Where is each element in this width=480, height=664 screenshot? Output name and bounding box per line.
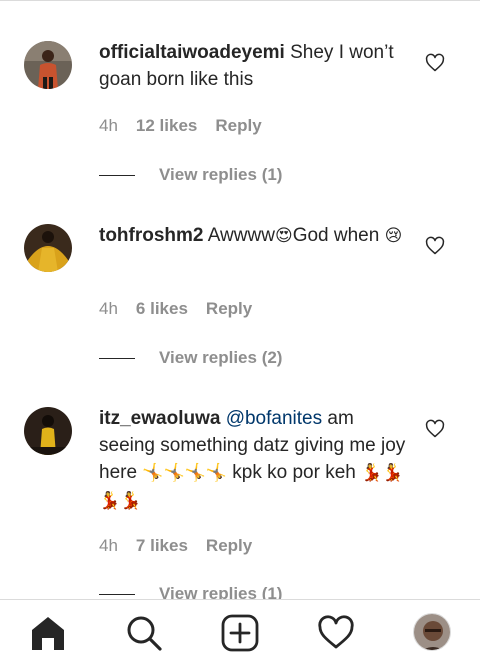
profile-avatar[interactable] xyxy=(413,613,451,651)
like-heart-icon[interactable] xyxy=(425,236,445,256)
avatar[interactable] xyxy=(24,41,72,89)
search-icon[interactable] xyxy=(125,614,163,652)
avatar[interactable] xyxy=(24,407,72,455)
comment-text: God when xyxy=(292,225,385,246)
comment-likes[interactable]: 12 likes xyxy=(136,116,197,136)
home-icon[interactable] xyxy=(29,614,67,652)
view-replies-label: View replies (1) xyxy=(159,165,283,184)
comment-time: 4h xyxy=(99,536,118,555)
like-heart-icon[interactable] xyxy=(425,419,445,439)
view-replies-label: View replies (2) xyxy=(159,348,283,367)
new-post-icon[interactable] xyxy=(221,614,259,652)
avatar[interactable] xyxy=(24,224,72,272)
comment-likes[interactable]: 6 likes xyxy=(136,299,188,319)
comment-body: officialtaiwoadeyemi Shey I won’t goan b… xyxy=(99,39,411,93)
activity-heart-icon[interactable] xyxy=(317,614,355,652)
crying-emoji: 😢 xyxy=(384,226,403,246)
comment-username[interactable]: tohfroshm2 xyxy=(99,225,204,246)
comment-body: tohfroshm2 Awwww😍God when 😢 xyxy=(99,222,411,250)
comment-time: 4h xyxy=(99,299,118,318)
top-divider xyxy=(0,0,480,4)
comment-likes[interactable]: 7 likes xyxy=(136,536,188,556)
reply-button[interactable]: Reply xyxy=(215,116,261,136)
view-replies-button[interactable]: View replies (1) xyxy=(99,165,282,185)
comment-meta: 4h 6 likes Reply xyxy=(99,299,252,319)
comment-username[interactable]: itz_ewaoluwa xyxy=(99,408,220,429)
comment-time: 4h xyxy=(99,116,118,135)
comment-body: itz_ewaoluwa @bofanites am seeing someth… xyxy=(99,405,411,515)
like-heart-icon[interactable] xyxy=(425,53,445,73)
heart-eyes-emoji: 😍 xyxy=(274,226,293,246)
reply-button[interactable]: Reply xyxy=(206,536,252,556)
comment-username[interactable]: officialtaiwoadeyemi xyxy=(99,42,285,63)
reply-button[interactable]: Reply xyxy=(206,299,252,319)
comment-text: kpk ko por keh xyxy=(226,462,362,483)
avatar-image xyxy=(24,224,72,272)
replies-divider-line xyxy=(99,174,135,176)
avatar-image xyxy=(24,407,72,455)
comment-text: Awwww xyxy=(203,225,275,246)
mention-link[interactable]: @bofanites xyxy=(226,408,322,429)
replies-divider-line xyxy=(99,357,135,359)
bottom-nav-bar xyxy=(0,599,480,664)
avatar-image xyxy=(24,41,72,89)
cartwheel-emoji-row: 🤸🤸🤸🤸 xyxy=(142,463,227,483)
comment-meta: 4h 12 likes Reply xyxy=(99,116,262,136)
replies-divider-line xyxy=(99,593,135,595)
view-replies-button[interactable]: View replies (2) xyxy=(99,348,282,368)
comment-meta: 4h 7 likes Reply xyxy=(99,536,252,556)
